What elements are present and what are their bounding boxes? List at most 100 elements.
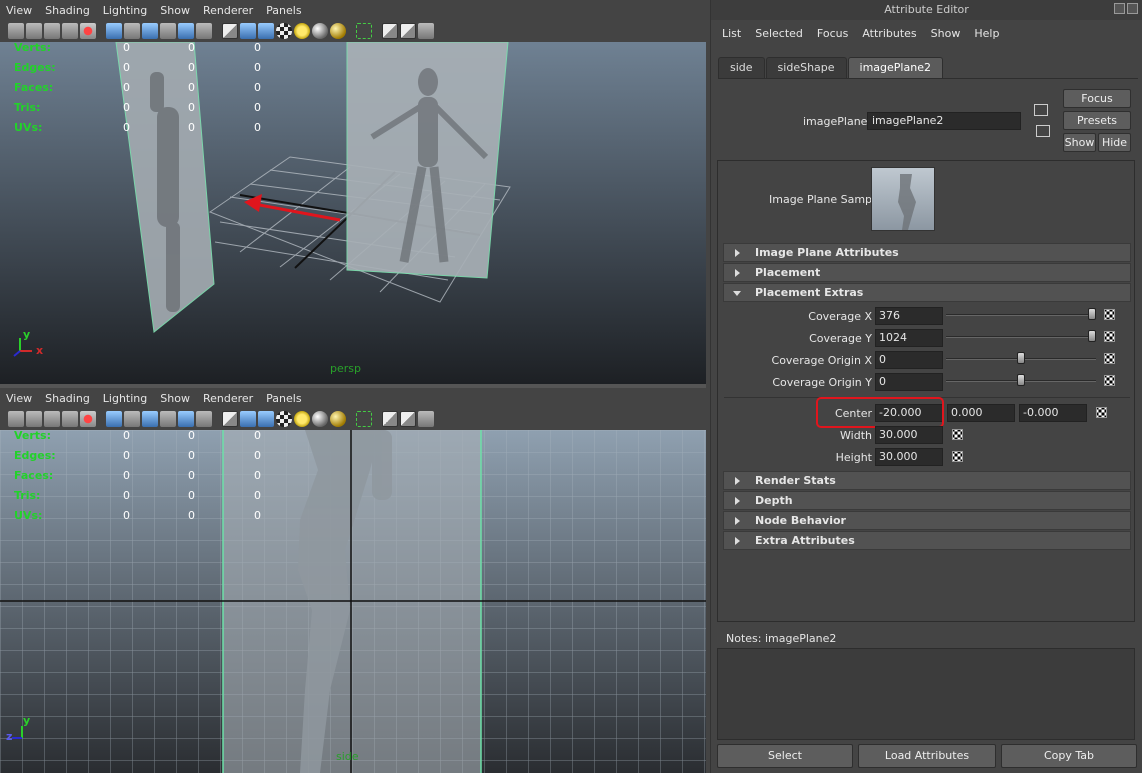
menu-view[interactable]: View xyxy=(6,4,32,17)
section-render-stats[interactable]: Render Stats xyxy=(723,471,1131,490)
shadows-icon[interactable] xyxy=(312,23,328,39)
ae-menu-show[interactable]: Show xyxy=(931,27,961,40)
camera-attributes-icon[interactable] xyxy=(26,23,42,39)
height-field[interactable]: 30.000 xyxy=(875,448,943,466)
menu-lighting[interactable]: Lighting xyxy=(103,392,147,405)
go-to-output-icon[interactable] xyxy=(1036,125,1050,137)
wireframe-icon[interactable] xyxy=(222,23,238,39)
section-image-plane-attributes[interactable]: Image Plane Attributes xyxy=(723,243,1131,262)
presets-button[interactable]: Presets xyxy=(1063,111,1131,130)
coverage-origin-y-slider-knob[interactable] xyxy=(1017,374,1025,386)
coverage-origin-x-map-icon[interactable] xyxy=(1104,353,1115,364)
center-z-field[interactable]: -0.000 xyxy=(1019,404,1087,422)
menu-panels[interactable]: Panels xyxy=(266,392,301,405)
bookmarks-icon[interactable] xyxy=(44,23,60,39)
persp-canvas[interactable]: Verts: 0 0 0 Edges: 0 0 0 Faces: 0 0 0 Tris: 0 0 0 U… xyxy=(0,42,706,384)
coverage-y-slider-knob[interactable] xyxy=(1087,330,1096,342)
ae-menu-focus[interactable]: Focus xyxy=(817,27,848,40)
tab-sideshape[interactable]: sideShape xyxy=(765,57,847,78)
show-button[interactable]: Show xyxy=(1063,133,1096,152)
height-map-icon[interactable] xyxy=(952,451,963,462)
safe-title-icon[interactable] xyxy=(196,411,212,427)
width-field[interactable]: 30.000 xyxy=(875,426,943,444)
attribute-scroll-area[interactable]: Image Plane Sample Image Plane Attribute… xyxy=(717,160,1135,622)
menu-shading[interactable]: Shading xyxy=(45,392,90,405)
resolution-gate-icon[interactable] xyxy=(124,411,140,427)
camera-select-icon[interactable] xyxy=(8,411,24,427)
section-depth[interactable]: Depth xyxy=(723,491,1131,510)
coverage-x-map-icon[interactable] xyxy=(1104,309,1115,320)
use-all-lights-icon[interactable] xyxy=(294,411,310,427)
section-placement-extras[interactable]: Placement Extras xyxy=(723,283,1131,302)
notes-textarea[interactable] xyxy=(717,648,1135,740)
grid-icon[interactable] xyxy=(80,23,96,39)
side-viewport[interactable]: View Shading Lighting Show Renderer Pane… xyxy=(0,388,706,773)
image-plane-icon[interactable] xyxy=(62,411,78,427)
ae-menu-selected[interactable]: Selected xyxy=(755,27,803,40)
wireframe-icon[interactable] xyxy=(222,411,238,427)
shadows-icon[interactable] xyxy=(312,411,328,427)
tab-side[interactable]: side xyxy=(718,57,765,78)
side-canvas[interactable]: Verts: 0 0 0 Edges: 0 0 0 Faces: 0 0 0 Tris: 0 0 0 U… xyxy=(0,430,706,773)
center-y-field[interactable]: 0.000 xyxy=(947,404,1015,422)
textured-icon[interactable] xyxy=(276,23,292,39)
xray-joints-icon[interactable] xyxy=(400,23,416,39)
coverage-origin-x-slider-knob[interactable] xyxy=(1017,352,1025,364)
menu-show[interactable]: Show xyxy=(160,392,190,405)
gate-mask-icon[interactable] xyxy=(142,411,158,427)
textured-icon[interactable] xyxy=(276,411,292,427)
go-to-input-icon[interactable] xyxy=(1034,104,1048,116)
bookmarks-icon[interactable] xyxy=(44,411,60,427)
ae-menu-help[interactable]: Help xyxy=(974,27,999,40)
float-window-icon[interactable] xyxy=(1114,3,1125,14)
default-material-icon[interactable] xyxy=(258,23,274,39)
camera-select-icon[interactable] xyxy=(8,23,24,39)
smooth-shade-icon[interactable] xyxy=(240,23,256,39)
isolate-select-icon[interactable] xyxy=(356,411,372,427)
coverage-y-map-icon[interactable] xyxy=(1104,331,1115,342)
coverage-y-field[interactable]: 1024 xyxy=(875,329,943,347)
persp-viewport[interactable]: View Shading Lighting Show Renderer Pane… xyxy=(0,0,706,384)
film-gate-icon[interactable] xyxy=(106,23,122,39)
backface-icon[interactable] xyxy=(418,411,434,427)
hide-button[interactable]: Hide xyxy=(1098,133,1131,152)
section-placement[interactable]: Placement xyxy=(723,263,1131,282)
safe-action-icon[interactable] xyxy=(178,411,194,427)
high-quality-icon[interactable] xyxy=(330,411,346,427)
ae-menu-attributes[interactable]: Attributes xyxy=(862,27,916,40)
isolate-select-icon[interactable] xyxy=(356,23,372,39)
resolution-gate-icon[interactable] xyxy=(124,23,140,39)
coverage-x-slider-knob[interactable] xyxy=(1087,308,1096,320)
copy-tab-button[interactable]: Copy Tab xyxy=(1001,744,1137,768)
load-attributes-button[interactable]: Load Attributes xyxy=(858,744,996,768)
section-extra-attributes[interactable]: Extra Attributes xyxy=(723,531,1131,550)
select-button[interactable]: Select xyxy=(717,744,853,768)
coverage-origin-x-field[interactable]: 0 xyxy=(875,351,943,369)
menu-renderer[interactable]: Renderer xyxy=(203,392,253,405)
menu-renderer[interactable]: Renderer xyxy=(203,4,253,17)
tab-imageplane2[interactable]: imagePlane2 xyxy=(847,57,943,78)
coverage-origin-y-map-icon[interactable] xyxy=(1104,375,1115,386)
width-map-icon[interactable] xyxy=(952,429,963,440)
menu-lighting[interactable]: Lighting xyxy=(103,4,147,17)
menu-shading[interactable]: Shading xyxy=(45,4,90,17)
node-name-field[interactable]: imagePlane2 xyxy=(867,112,1021,130)
gate-mask-icon[interactable] xyxy=(142,23,158,39)
menu-view[interactable]: View xyxy=(6,392,32,405)
safe-action-icon[interactable] xyxy=(178,23,194,39)
focus-button[interactable]: Focus xyxy=(1063,89,1131,108)
center-map-icon[interactable] xyxy=(1096,407,1107,418)
xray-icon[interactable] xyxy=(382,411,398,427)
section-node-behavior[interactable]: Node Behavior xyxy=(723,511,1131,530)
close-window-icon[interactable] xyxy=(1127,3,1138,14)
coverage-x-slider-track[interactable] xyxy=(946,314,1096,316)
grid-icon[interactable] xyxy=(80,411,96,427)
field-chart-icon[interactable] xyxy=(160,23,176,39)
menu-panels[interactable]: Panels xyxy=(266,4,301,17)
coverage-origin-y-field[interactable]: 0 xyxy=(875,373,943,391)
xray-joints-icon[interactable] xyxy=(400,411,416,427)
coverage-y-slider-track[interactable] xyxy=(946,336,1096,338)
ae-menu-list[interactable]: List xyxy=(722,27,741,40)
coverage-x-field[interactable]: 376 xyxy=(875,307,943,325)
use-all-lights-icon[interactable] xyxy=(294,23,310,39)
